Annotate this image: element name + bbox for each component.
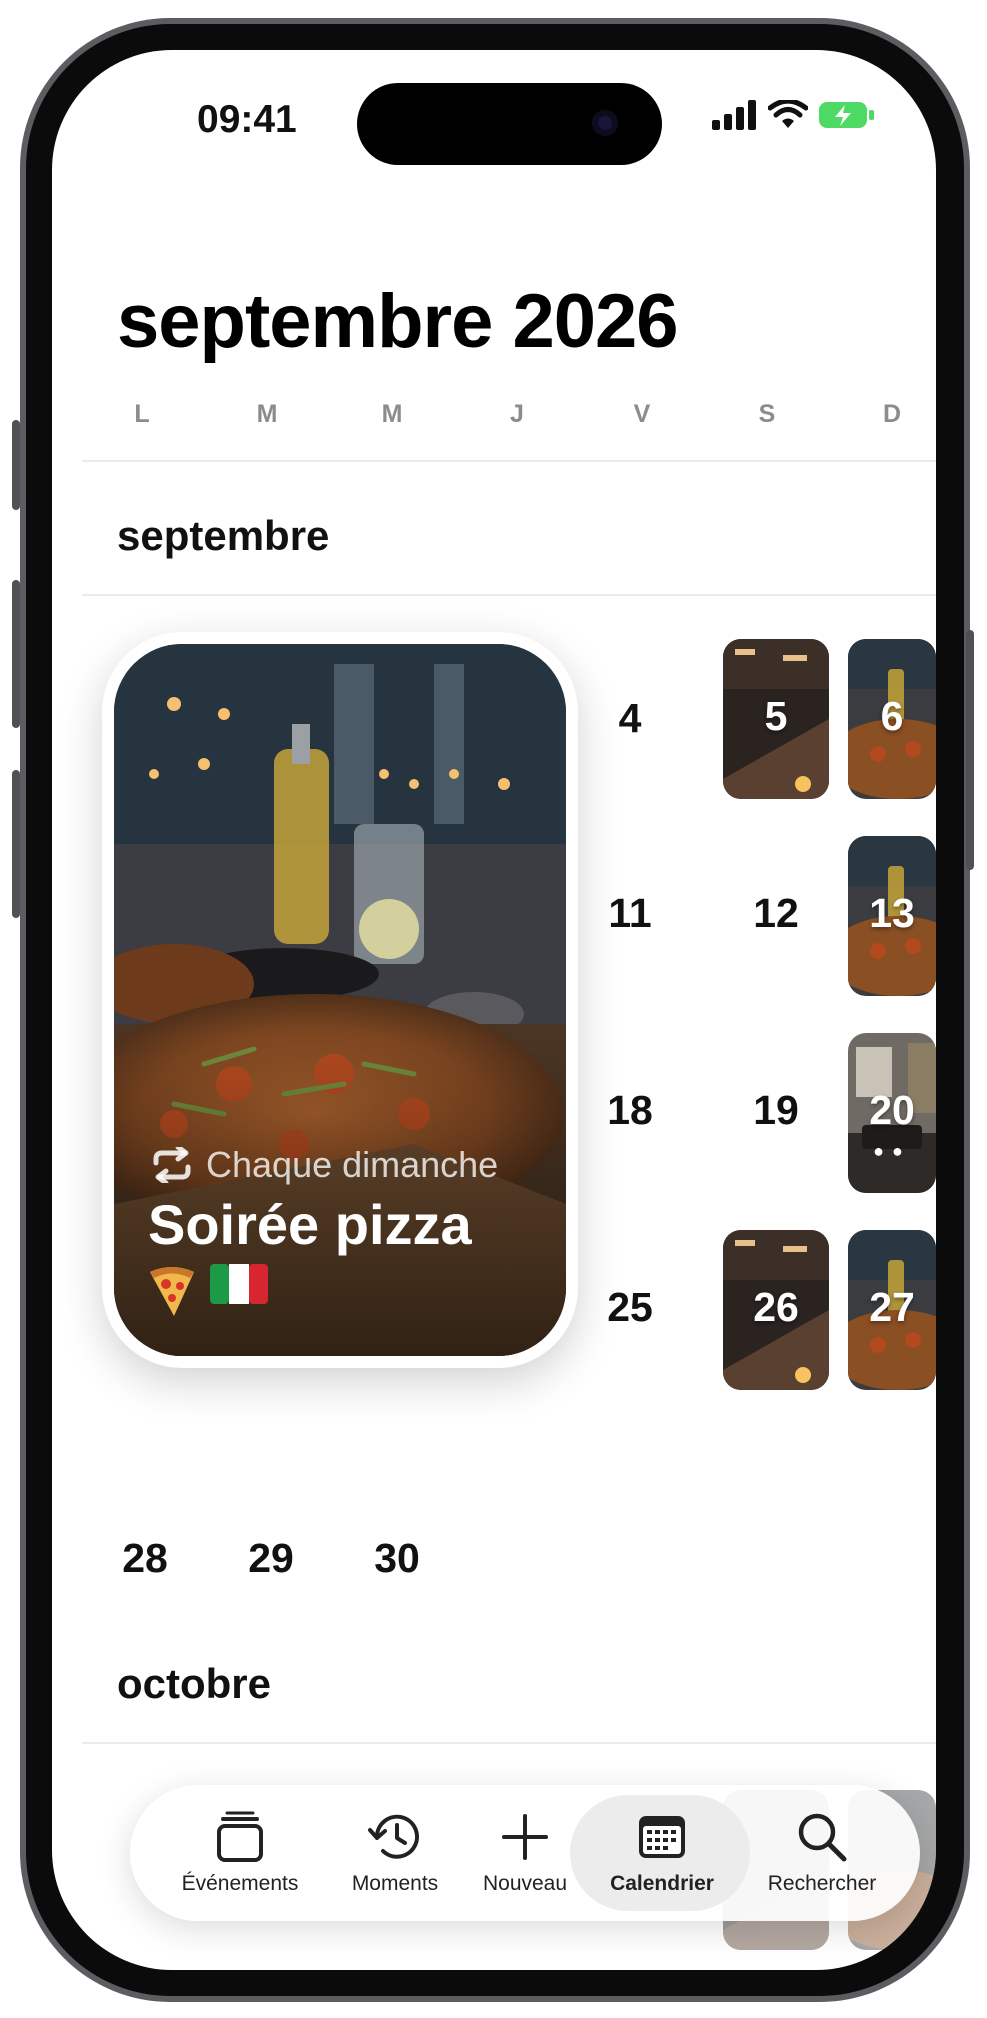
plus-icon [502, 1814, 548, 1860]
month-label-october: octobre [117, 1660, 272, 1707]
day-number: 13 [869, 890, 915, 936]
divider [82, 1742, 936, 1744]
weekday-label: J [510, 400, 524, 428]
calendar-day[interactable]: 12 [721, 890, 831, 937]
event-count-dots: ●● [873, 1141, 911, 1161]
event-repeat-label: Chaque dimanche [206, 1144, 499, 1185]
calendar-day[interactable]: 18 [575, 1087, 685, 1134]
day-number: 6 [880, 693, 904, 739]
tab-calendar[interactable]: Calendrier [582, 1785, 742, 1921]
tab-new[interactable]: Nouveau [460, 1785, 590, 1921]
side-button-power [966, 630, 974, 870]
day-number: 26 [753, 1284, 799, 1330]
calendar-day-photo[interactable]: 5 [723, 639, 829, 799]
weekday-header: L M M J V S D [92, 400, 936, 440]
repeat-icon [153, 1147, 191, 1183]
screen: 09:41 septembre 2026 L M M J V S D septe… [52, 50, 936, 1970]
tab-moments[interactable]: Moments [320, 1785, 470, 1921]
calendar-day[interactable]: 25 [575, 1284, 685, 1331]
status-icons [712, 100, 876, 130]
calendar-day[interactable]: 19 [721, 1087, 831, 1134]
weekday-label: D [882, 400, 902, 428]
signal-icon [712, 100, 756, 130]
day-number: 5 [764, 693, 788, 739]
tab-label: Événements [181, 1872, 299, 1895]
tab-label: Rechercher [767, 1872, 877, 1895]
front-camera [592, 110, 618, 136]
tab-label: Calendrier [610, 1872, 714, 1895]
status-time: 09:41 [197, 98, 297, 141]
tab-label: Moments [351, 1872, 439, 1895]
calendar-day[interactable]: 4 [575, 695, 685, 742]
stack-icon [217, 1811, 263, 1862]
tab-events[interactable]: Événements [160, 1785, 320, 1921]
wifi-icon [768, 100, 808, 128]
calendar-day-photo[interactable]: 6 [848, 639, 936, 799]
italy-flag-emoji [210, 1264, 268, 1304]
event-emoji-row [144, 1262, 268, 1318]
tab-label: Nouveau [482, 1872, 568, 1895]
calendar-day-photo[interactable]: 27 [848, 1230, 936, 1390]
month-label-september: septembre [117, 512, 330, 559]
pizza-emoji [150, 1267, 194, 1316]
event-title: Soirée pizza [148, 1193, 472, 1256]
calendar-day[interactable]: 28 [90, 1535, 200, 1582]
featured-event-card[interactable]: Chaque dimanche Soirée pizza [102, 632, 578, 1368]
side-button-action [12, 420, 20, 510]
history-icon [368, 1814, 419, 1859]
day-number: 27 [869, 1284, 915, 1330]
calendar-day[interactable]: 29 [216, 1535, 326, 1582]
weekday-label: S [758, 400, 776, 428]
battery-charging-icon [819, 102, 874, 128]
calendar-day[interactable]: 30 [342, 1535, 452, 1582]
weekday-label: M [381, 400, 403, 428]
calendar-day[interactable]: 11 [575, 890, 685, 937]
calendar-day-photo[interactable]: 26 [723, 1230, 829, 1390]
search-icon [798, 1813, 847, 1862]
weekday-label: L [134, 400, 150, 428]
side-button-volume-up [12, 580, 20, 728]
divider [82, 460, 936, 462]
side-button-volume-down [12, 770, 20, 918]
event-photo: Chaque dimanche Soirée pizza [114, 644, 566, 1356]
calendar-day-photo[interactable]: 13 [848, 836, 936, 996]
tab-bar: Événements Moments Nouveau Calendrier Re… [130, 1785, 920, 1921]
event-repeat-row: Chaque dimanche [150, 1144, 498, 1186]
calendar-icon [639, 1816, 685, 1858]
weekday-label: V [633, 400, 651, 428]
tab-search[interactable]: Rechercher [742, 1785, 902, 1921]
weekday-label: M [256, 400, 278, 428]
divider [82, 594, 936, 596]
day-number: 20 [869, 1087, 915, 1133]
page-title: septembre 2026 [117, 279, 679, 364]
calendar-day-photo[interactable]: 20 ●● [848, 1033, 936, 1193]
